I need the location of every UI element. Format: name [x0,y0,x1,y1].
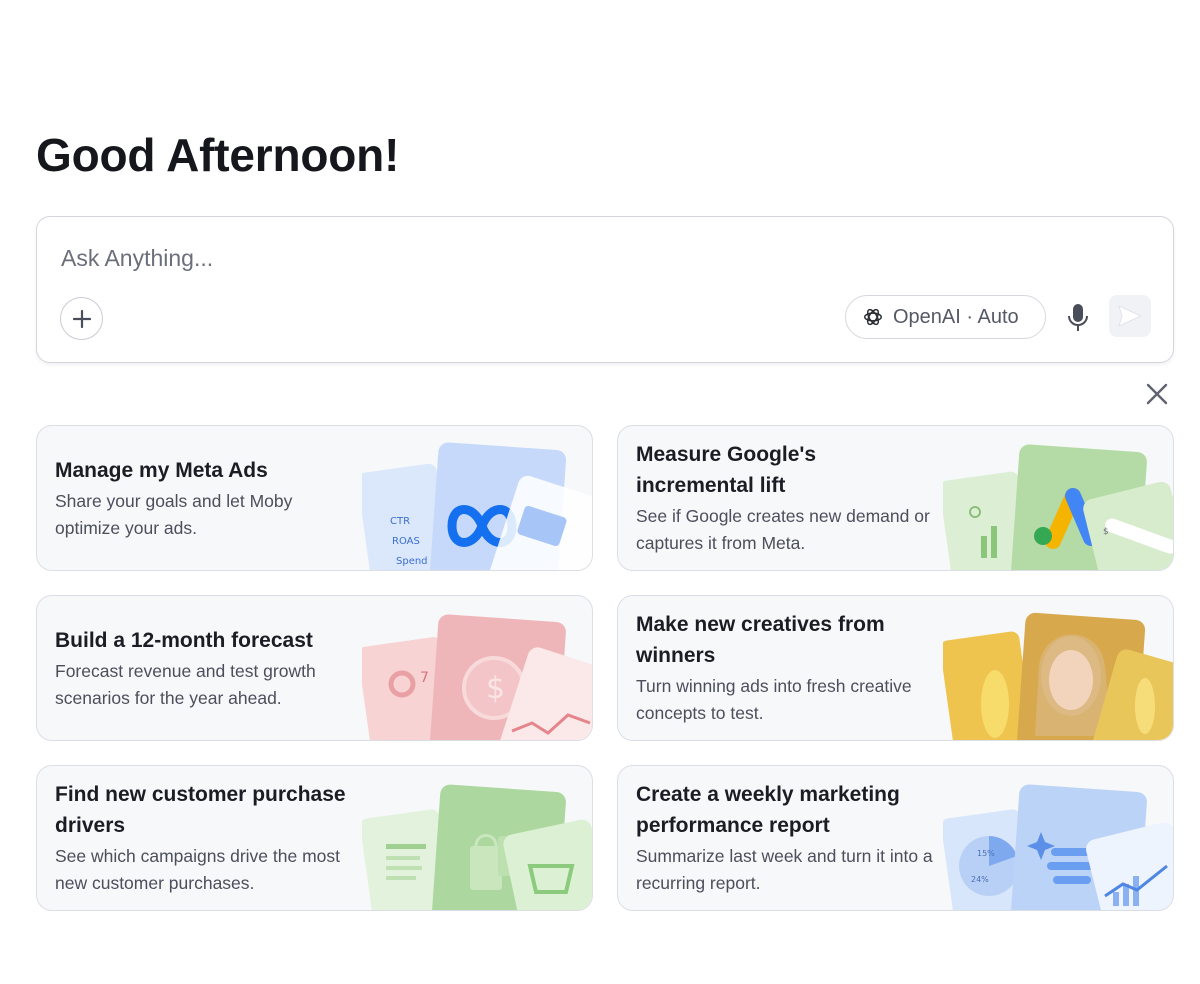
microphone-icon [1068,304,1088,331]
card-description: See if Google creates new demand or capt… [636,506,930,553]
art-label-roas: ROAS [392,536,420,547]
close-icon [1146,383,1168,405]
greeting-heading: Good Afternoon! [36,129,400,181]
send-button[interactable] [1109,295,1151,337]
card-description: Share your goals and let Moby optimize y… [55,490,293,538]
weekly-report-illustration: 15% 24% [943,784,1173,910]
suggestion-card-google-lift[interactable]: Measure Google's incremental lift See if… [617,425,1174,571]
add-attachment-button[interactable] [60,297,103,340]
art-label-spend: Spend [396,556,428,567]
art-label-24: 24% [971,875,989,884]
card-description: Turn winning ads into fresh creative con… [636,676,912,723]
art-label-15: 15% [977,849,995,858]
art-label-ctr: CTR [390,516,410,527]
card-title: Measure Google's incremental lift [636,443,817,497]
card-title: Make new creatives from winners [636,613,885,667]
suggestion-card-weekly-report[interactable]: Create a weekly marketing performance re… [617,765,1174,911]
art-dollar-coin: $ [486,671,505,706]
suggestion-card-meta-ads[interactable]: Manage my Meta Ads Share your goals and … [36,425,593,571]
card-title: Create a weekly marketing performance re… [636,783,900,837]
card-description: Forecast revenue and test growth scenari… [55,660,316,708]
model-selector[interactable]: OpenAI · Auto [845,295,1046,339]
send-icon [1118,305,1143,327]
plus-icon [72,309,91,328]
card-description: Summarize last week and turn it into a r… [636,846,933,893]
close-suggestions-button[interactable] [1143,380,1171,408]
purchase-drivers-illustration [362,784,592,910]
card-title: Manage my Meta Ads [55,458,268,482]
suggestion-card-forecast[interactable]: Build a 12-month forecast Forecast reven… [36,595,593,741]
art-label-seven: 7 [420,670,429,686]
google-ads-illustration: $ [943,444,1173,570]
ask-input[interactable] [61,245,821,272]
voice-input-button[interactable] [1064,301,1092,335]
art-label-dollar: $ [1103,527,1109,537]
suggestion-card-purchase-drivers[interactable]: Find new customer purchase drivers See w… [36,765,593,911]
card-description: See which campaigns drive the most new c… [55,846,340,893]
model-label: OpenAI · Auto [893,305,1019,328]
forecast-illustration: 7 $ [362,614,592,740]
creatives-illustration [943,612,1173,740]
chat-composer: OpenAI · Auto [36,216,1174,363]
card-title: Find new customer purchase drivers [55,783,346,837]
meta-ads-illustration: CTR ROAS Spend [362,442,592,570]
openai-icon [864,308,882,326]
suggestion-card-creatives[interactable]: Make new creatives from winners Turn win… [617,595,1174,741]
card-title: Build a 12-month forecast [55,628,313,652]
